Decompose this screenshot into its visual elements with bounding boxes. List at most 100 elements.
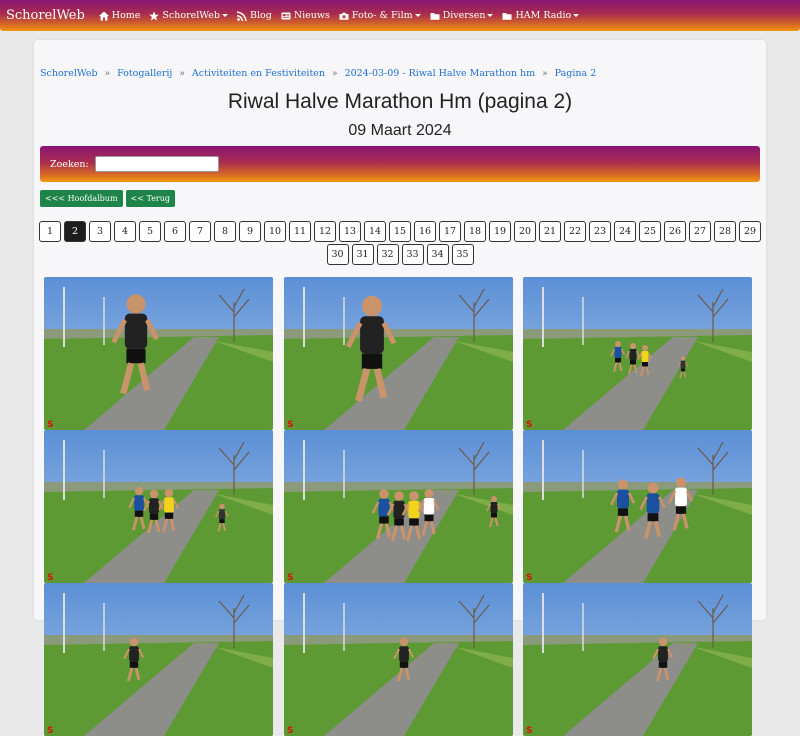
search-label: Zoeken:: [50, 158, 89, 170]
page-link[interactable]: 8: [214, 221, 236, 242]
star-icon: [149, 10, 160, 20]
svg-text:S: S: [47, 726, 53, 736]
svg-text:S: S: [47, 573, 53, 583]
page-link[interactable]: 13: [339, 221, 361, 242]
page-link[interactable]: 24: [614, 221, 636, 242]
breadcrumb-item[interactable]: Fotogallerij: [117, 68, 172, 79]
svg-text:S: S: [526, 420, 532, 430]
page-link[interactable]: 26: [664, 221, 686, 242]
page-link[interactable]: 11: [289, 221, 311, 242]
nav-nieuws-label: Nieuws: [293, 10, 330, 21]
pagination-row: 1 2 3 4 5 6 7 8 9 10 11 12 13 14 15 16 17 18 19 20 21 22 23 24 2…: [34, 221, 766, 242]
svg-text:S: S: [287, 573, 293, 583]
nav-diversen-label: Diversen: [442, 10, 486, 21]
page-link[interactable]: 30: [326, 244, 349, 265]
page-link[interactable]: 18: [464, 221, 486, 242]
album-nav-buttons: <<< Hoofdalbum << Terug: [40, 190, 178, 207]
top-navbar: SchorelWeb Home SchorelWeb Blog Nieuws F…: [0, 0, 800, 31]
page-subtitle: 09 Maart 2024: [348, 122, 452, 139]
photo-9[interactable]: S: [523, 583, 752, 736]
breadcrumb-separator: »: [104, 68, 111, 79]
nav-home-label: Home: [111, 10, 141, 21]
page-link[interactable]: 20: [514, 221, 536, 242]
svg-text:S: S: [287, 420, 293, 430]
page-link[interactable]: 10: [264, 221, 286, 242]
page-link[interactable]: 2: [64, 221, 86, 242]
photo-4[interactable]: S: [44, 430, 273, 583]
page-link[interactable]: 12: [314, 221, 336, 242]
page-link[interactable]: 32: [376, 244, 399, 265]
breadcrumb-item[interactable]: 2024-03-09 - Riwal Halve Marathon hm: [345, 68, 536, 79]
back-button[interactable]: << Terug: [125, 190, 176, 207]
page-link[interactable]: 25: [639, 221, 661, 242]
breadcrumb-separator: »: [542, 68, 548, 79]
page-link[interactable]: 23: [589, 221, 611, 242]
nav-schorelweb-label: SchorelWeb: [162, 10, 220, 21]
page-link[interactable]: 15: [389, 221, 411, 242]
chevron-down-icon: [221, 14, 228, 17]
page-link[interactable]: 6: [164, 221, 186, 242]
brand-link[interactable]: SchorelWeb: [6, 8, 85, 23]
svg-text:S: S: [287, 726, 293, 736]
nav-blog[interactable]: Blog: [236, 10, 272, 21]
photo-6[interactable]: S: [523, 430, 752, 583]
content-card: SchorelWeb » Fotogallerij » Activiteiten…: [34, 40, 766, 736]
pagination-row: 30 31 32 33 34 35: [34, 244, 766, 265]
folder-icon: [502, 12, 512, 20]
page-link[interactable]: 31: [351, 244, 374, 265]
nav-schorelweb[interactable]: SchorelWeb: [149, 10, 228, 21]
page-link[interactable]: 9: [239, 221, 261, 242]
svg-text:S: S: [526, 573, 532, 583]
page-link[interactable]: 17: [439, 221, 461, 242]
photo-5[interactable]: S: [284, 430, 513, 583]
breadcrumb-separator: »: [179, 68, 185, 79]
breadcrumb-item-current[interactable]: Pagina 2: [555, 68, 597, 79]
page-link[interactable]: 4: [114, 221, 136, 242]
nav-nieuws[interactable]: Nieuws: [281, 10, 330, 21]
nav-diversen[interactable]: Diversen: [430, 10, 494, 21]
camera-icon: [339, 12, 349, 20]
folder-icon: [430, 12, 440, 20]
page-link[interactable]: 35: [451, 244, 474, 265]
chevron-down-icon: [414, 14, 421, 17]
page-link[interactable]: 33: [401, 244, 424, 265]
photo-1[interactable]: S: [44, 277, 273, 430]
svg-text:S: S: [47, 420, 53, 430]
page-link[interactable]: 21: [539, 221, 561, 242]
page-link[interactable]: 1: [39, 221, 61, 242]
photo-7[interactable]: S: [44, 583, 273, 736]
page-link[interactable]: 3: [89, 221, 111, 242]
page-title: Riwal Halve Marathon Hm (pagina 2): [227, 90, 573, 113]
breadcrumb-separator: »: [332, 68, 338, 79]
search-bar: Zoeken:: [40, 146, 760, 182]
rss-icon: [236, 11, 247, 21]
page-link[interactable]: 27: [689, 221, 711, 242]
chevron-down-icon: [573, 14, 580, 17]
main-album-button[interactable]: <<< Hoofdalbum: [40, 190, 123, 207]
nav-ham-radio[interactable]: HAM Radio: [502, 10, 580, 21]
pagination: 1 2 3 4 5 6 7 8 9 10 11 12 13 14 15 16 17 18 19 20 21 22 23 24 2…: [34, 221, 766, 267]
breadcrumb-item[interactable]: SchorelWeb: [40, 68, 98, 79]
page-link[interactable]: 34: [426, 244, 449, 265]
home-icon: [98, 11, 109, 20]
page-link[interactable]: 19: [489, 221, 511, 242]
nav-foto-film-label: Foto- & Film: [351, 10, 413, 21]
nav-foto-film[interactable]: Foto- & Film: [339, 10, 421, 21]
nav-home[interactable]: Home: [98, 10, 141, 21]
photo-2[interactable]: S: [284, 277, 513, 430]
breadcrumb-item[interactable]: Activiteiten en Festiviteiten: [192, 68, 325, 79]
search-input[interactable]: [94, 156, 219, 172]
page-link[interactable]: 14: [364, 221, 386, 242]
photo-8[interactable]: S: [284, 583, 513, 736]
chevron-down-icon: [487, 14, 494, 17]
page-link[interactable]: 28: [714, 221, 736, 242]
page-link[interactable]: 29: [739, 221, 761, 242]
page-link[interactable]: 5: [139, 221, 161, 242]
svg-text:S: S: [526, 726, 532, 736]
breadcrumb: SchorelWeb » Fotogallerij » Activiteiten…: [40, 68, 596, 79]
photo-3[interactable]: S: [523, 277, 752, 430]
page-link[interactable]: 7: [189, 221, 211, 242]
nav-ham-radio-label: HAM Radio: [515, 10, 572, 21]
page-link[interactable]: 22: [564, 221, 586, 242]
page-link[interactable]: 16: [414, 221, 436, 242]
